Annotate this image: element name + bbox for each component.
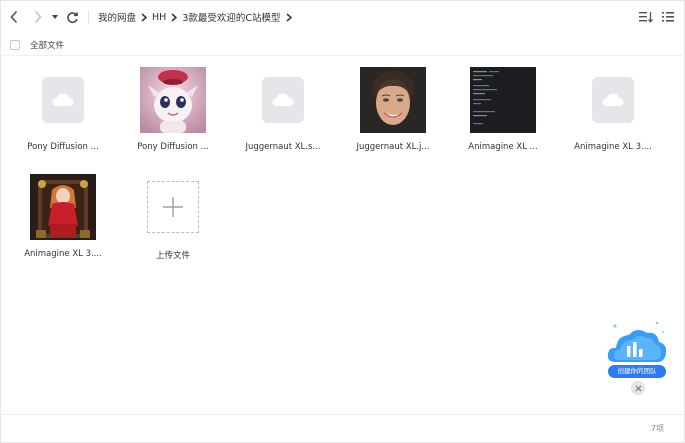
breadcrumb-separator-icon [286, 12, 292, 22]
all-files-label: 全部文件 [30, 41, 65, 51]
widget-close-button[interactable] [631, 381, 645, 395]
chevron-right-icon [34, 10, 42, 24]
file-item[interactable]: Animagine XL 3.... [563, 67, 663, 152]
back-button[interactable] [6, 9, 22, 25]
breadcrumb: 我的网盘 HH 3款最受欢迎的C站模型 [98, 10, 297, 24]
cloud-icon [52, 93, 74, 106]
breadcrumb-item-hh[interactable]: HH [152, 12, 166, 23]
portrait-image-thumbnail [360, 67, 426, 133]
file-item[interactable]: Pony Diffusion ... [123, 67, 223, 152]
file-name: Animagine XL 3.... [24, 249, 102, 259]
close-icon [635, 385, 641, 391]
file-name: Juggernaut XL.j... [356, 142, 430, 152]
upload-file-tile[interactable]: 上传文件 [123, 174, 223, 261]
sort-button[interactable] [638, 10, 654, 24]
file-thumbnail [580, 67, 646, 133]
list-view-icon [662, 12, 674, 22]
file-name: Pony Diffusion ... [27, 142, 99, 152]
file-item[interactable]: Juggernaut XL.j... [343, 67, 443, 152]
upload-label: 上传文件 [155, 251, 190, 261]
refresh-icon [66, 11, 78, 23]
file-thumbnail [360, 67, 426, 133]
view-toggle-button[interactable] [661, 10, 677, 24]
file-thumbnail [30, 67, 96, 133]
breadcrumb-item-root[interactable]: 我的网盘 [98, 10, 136, 24]
status-bar: 7项 [0, 414, 685, 443]
breadcrumb-separator-icon [141, 12, 148, 22]
history-dropdown[interactable] [49, 9, 61, 25]
file-item[interactable]: Pony Diffusion ... [13, 67, 113, 152]
item-count: 7项 [650, 424, 664, 433]
upload-box[interactable] [147, 181, 199, 233]
breadcrumb-separator-icon [171, 12, 178, 22]
select-all-checkbox[interactable] [10, 40, 20, 50]
refresh-button[interactable] [64, 9, 80, 25]
file-item[interactable]: Animagine XL ... [453, 67, 553, 152]
caret-down-icon [52, 15, 58, 19]
file-item[interactable]: Animagine XL 3.... [13, 174, 113, 259]
upload-thumbnail [140, 174, 206, 240]
toolbar-divider [88, 10, 89, 24]
pony-image-thumbnail [140, 67, 206, 133]
toolbar: 我的网盘 HH 3款最受欢迎的C站模型 [0, 0, 685, 34]
file-name: Animagine XL ... [468, 142, 538, 152]
file-name: Juggernaut XL.s... [245, 142, 321, 152]
file-item[interactable]: Juggernaut XL.s... [233, 67, 333, 152]
file-thumbnail [140, 67, 206, 133]
file-doc-icon [42, 77, 84, 123]
create-team-widget[interactable]: 创建你的团队 [605, 318, 669, 380]
cloud-icon [602, 93, 624, 106]
anime-image-thumbnail [30, 174, 96, 240]
plus-icon [163, 197, 183, 217]
breadcrumb-item-current[interactable]: 3款最受欢迎的C站模型 [182, 10, 280, 24]
file-list-header: 全部文件 [0, 34, 685, 56]
team-chart-cloud-icon [607, 321, 667, 362]
file-name: Pony Diffusion ... [137, 142, 209, 152]
create-team-label: 创建你的团队 [608, 365, 666, 378]
file-doc-icon [262, 77, 304, 123]
sort-icon [639, 12, 653, 23]
file-thumbnail [30, 174, 96, 240]
file-name: Animagine XL 3.... [574, 142, 652, 152]
file-thumbnail [470, 67, 536, 133]
cloud-icon [272, 93, 294, 106]
forward-button[interactable] [30, 9, 46, 25]
file-thumbnail [250, 67, 316, 133]
chevron-left-icon [10, 10, 18, 24]
file-doc-icon [592, 77, 634, 123]
terminal-screenshot-thumbnail [470, 67, 536, 133]
